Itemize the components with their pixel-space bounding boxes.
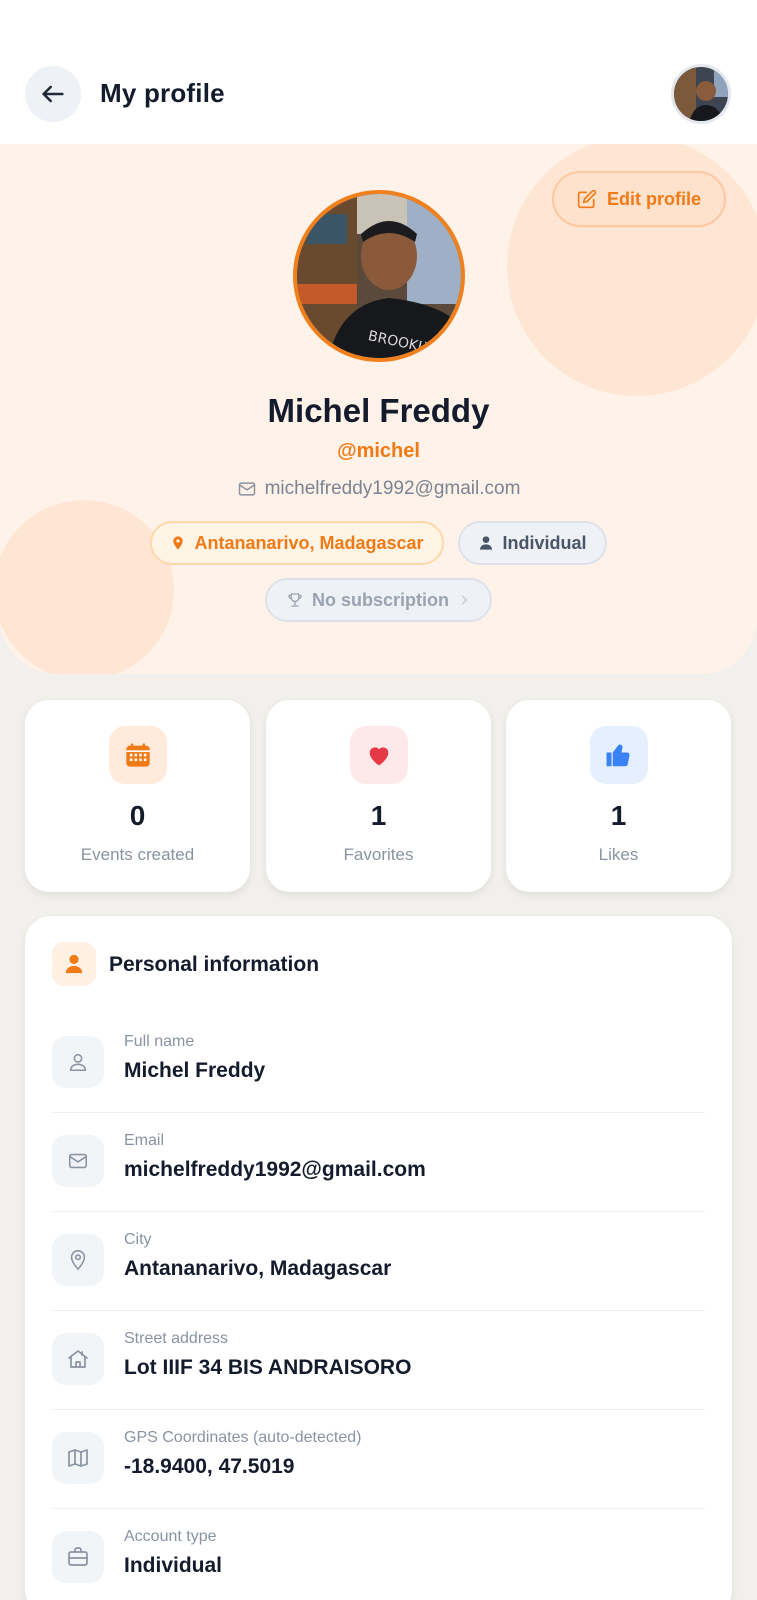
info-row-label: Street address bbox=[124, 1330, 229, 1347]
subscription-chip-label: No subscription bbox=[311, 589, 449, 610]
info-row-label: Email bbox=[124, 1132, 165, 1149]
back-button[interactable] bbox=[25, 66, 81, 122]
profile-hero: Edit profile BROOKLYN Michel Freddy @mic… bbox=[0, 144, 757, 674]
person-icon bbox=[65, 954, 83, 974]
edit-icon bbox=[577, 189, 597, 209]
map-pin-icon bbox=[173, 536, 184, 550]
briefcase-icon bbox=[68, 1547, 88, 1566]
account-type-chip[interactable]: Individual bbox=[458, 521, 607, 565]
profile-email: michelfreddy1992@gmail.com bbox=[0, 478, 757, 500]
info-row-gps[interactable]: GPS Coordinates (auto-detected) -18.9400… bbox=[52, 1410, 705, 1509]
profile-avatar[interactable]: BROOKLYN bbox=[293, 190, 465, 362]
mail-icon bbox=[68, 1153, 88, 1169]
stat-value: 1 bbox=[610, 800, 627, 831]
arrow-left-icon bbox=[42, 85, 64, 103]
city-chip[interactable]: Antananarivo, Madagascar bbox=[150, 521, 444, 565]
info-row-icon-wrap bbox=[52, 1531, 104, 1583]
person-icon-wrap bbox=[52, 942, 96, 986]
info-row-label: Full name bbox=[124, 1033, 195, 1050]
info-row-value: michelfreddy1992@gmail.com bbox=[124, 1158, 426, 1181]
info-row-full-name[interactable]: Full name Michel Freddy bbox=[52, 1014, 705, 1113]
calendar-icon-wrap bbox=[109, 726, 167, 784]
heart-icon bbox=[369, 747, 389, 766]
header-avatar[interactable] bbox=[671, 64, 731, 124]
info-row-value: Michel Freddy bbox=[124, 1059, 266, 1082]
info-row-icon-wrap bbox=[52, 1036, 104, 1088]
info-row-icon-wrap bbox=[52, 1234, 104, 1286]
edit-profile-button[interactable]: Edit profile bbox=[552, 171, 726, 227]
stat-card-favorites[interactable]: 1 Favorites bbox=[266, 700, 491, 892]
decorative-circle bbox=[0, 500, 174, 674]
stat-card-events[interactable]: 0 Events created bbox=[25, 700, 250, 892]
thumbs-up-icon-wrap bbox=[590, 726, 648, 784]
subscription-chip[interactable]: No subscription bbox=[265, 578, 492, 622]
info-row-label: GPS Coordinates (auto-detected) bbox=[124, 1429, 362, 1446]
stat-value: 0 bbox=[129, 800, 146, 831]
info-row-value: Lot IIIF 34 BIS ANDRAISORO bbox=[124, 1356, 412, 1379]
thumbs-up-icon bbox=[606, 744, 630, 767]
info-row-email[interactable]: Email michelfreddy1992@gmail.com bbox=[52, 1113, 705, 1212]
chevron-right-icon bbox=[461, 595, 467, 605]
info-row-icon-wrap bbox=[52, 1135, 104, 1187]
heart-icon-wrap bbox=[350, 726, 408, 784]
info-row-label: Account type bbox=[124, 1528, 217, 1545]
info-row-icon-wrap bbox=[52, 1333, 104, 1385]
info-row-value: Antananarivo, Madagascar bbox=[124, 1257, 392, 1280]
stat-value: 1 bbox=[370, 800, 387, 831]
profile-handle: @michel bbox=[337, 440, 420, 462]
personal-info-card: Personal information Full name Michel Fr… bbox=[25, 916, 732, 1600]
calendar-icon bbox=[126, 743, 150, 767]
stat-label: Likes bbox=[598, 845, 639, 864]
map-pin-icon bbox=[70, 1250, 86, 1270]
stat-card-likes[interactable]: 1 Likes bbox=[506, 700, 731, 892]
map-icon bbox=[68, 1449, 88, 1467]
mail-icon bbox=[238, 482, 255, 496]
info-row-value: Individual bbox=[124, 1554, 223, 1577]
personal-info-title: Personal information bbox=[109, 953, 320, 976]
stat-label: Favorites bbox=[343, 845, 414, 864]
user-icon bbox=[480, 536, 493, 550]
user-icon bbox=[69, 1053, 87, 1072]
city-chip-label: Antananarivo, Madagascar bbox=[194, 532, 424, 553]
home-icon bbox=[68, 1350, 88, 1368]
profile-email-text: michelfreddy1992@gmail.com bbox=[264, 478, 521, 499]
trophy-icon bbox=[288, 593, 302, 607]
info-row-account-type[interactable]: Account type Individual bbox=[52, 1509, 705, 1600]
app-header: My profile bbox=[0, 0, 757, 144]
info-row-label: City bbox=[124, 1231, 152, 1248]
account-type-chip-label: Individual bbox=[502, 532, 587, 553]
info-row-value: -18.9400, 47.5019 bbox=[124, 1455, 295, 1478]
profile-name: Michel Freddy bbox=[267, 392, 490, 429]
page-title: My profile bbox=[100, 78, 225, 108]
stat-label: Events created bbox=[80, 845, 195, 864]
info-row-street-address[interactable]: Street address Lot IIIF 34 BIS ANDRAISOR… bbox=[52, 1311, 705, 1410]
info-row-city[interactable]: City Antananarivo, Madagascar bbox=[52, 1212, 705, 1311]
info-row-icon-wrap bbox=[52, 1432, 104, 1484]
edit-profile-label: Edit profile bbox=[607, 188, 701, 209]
